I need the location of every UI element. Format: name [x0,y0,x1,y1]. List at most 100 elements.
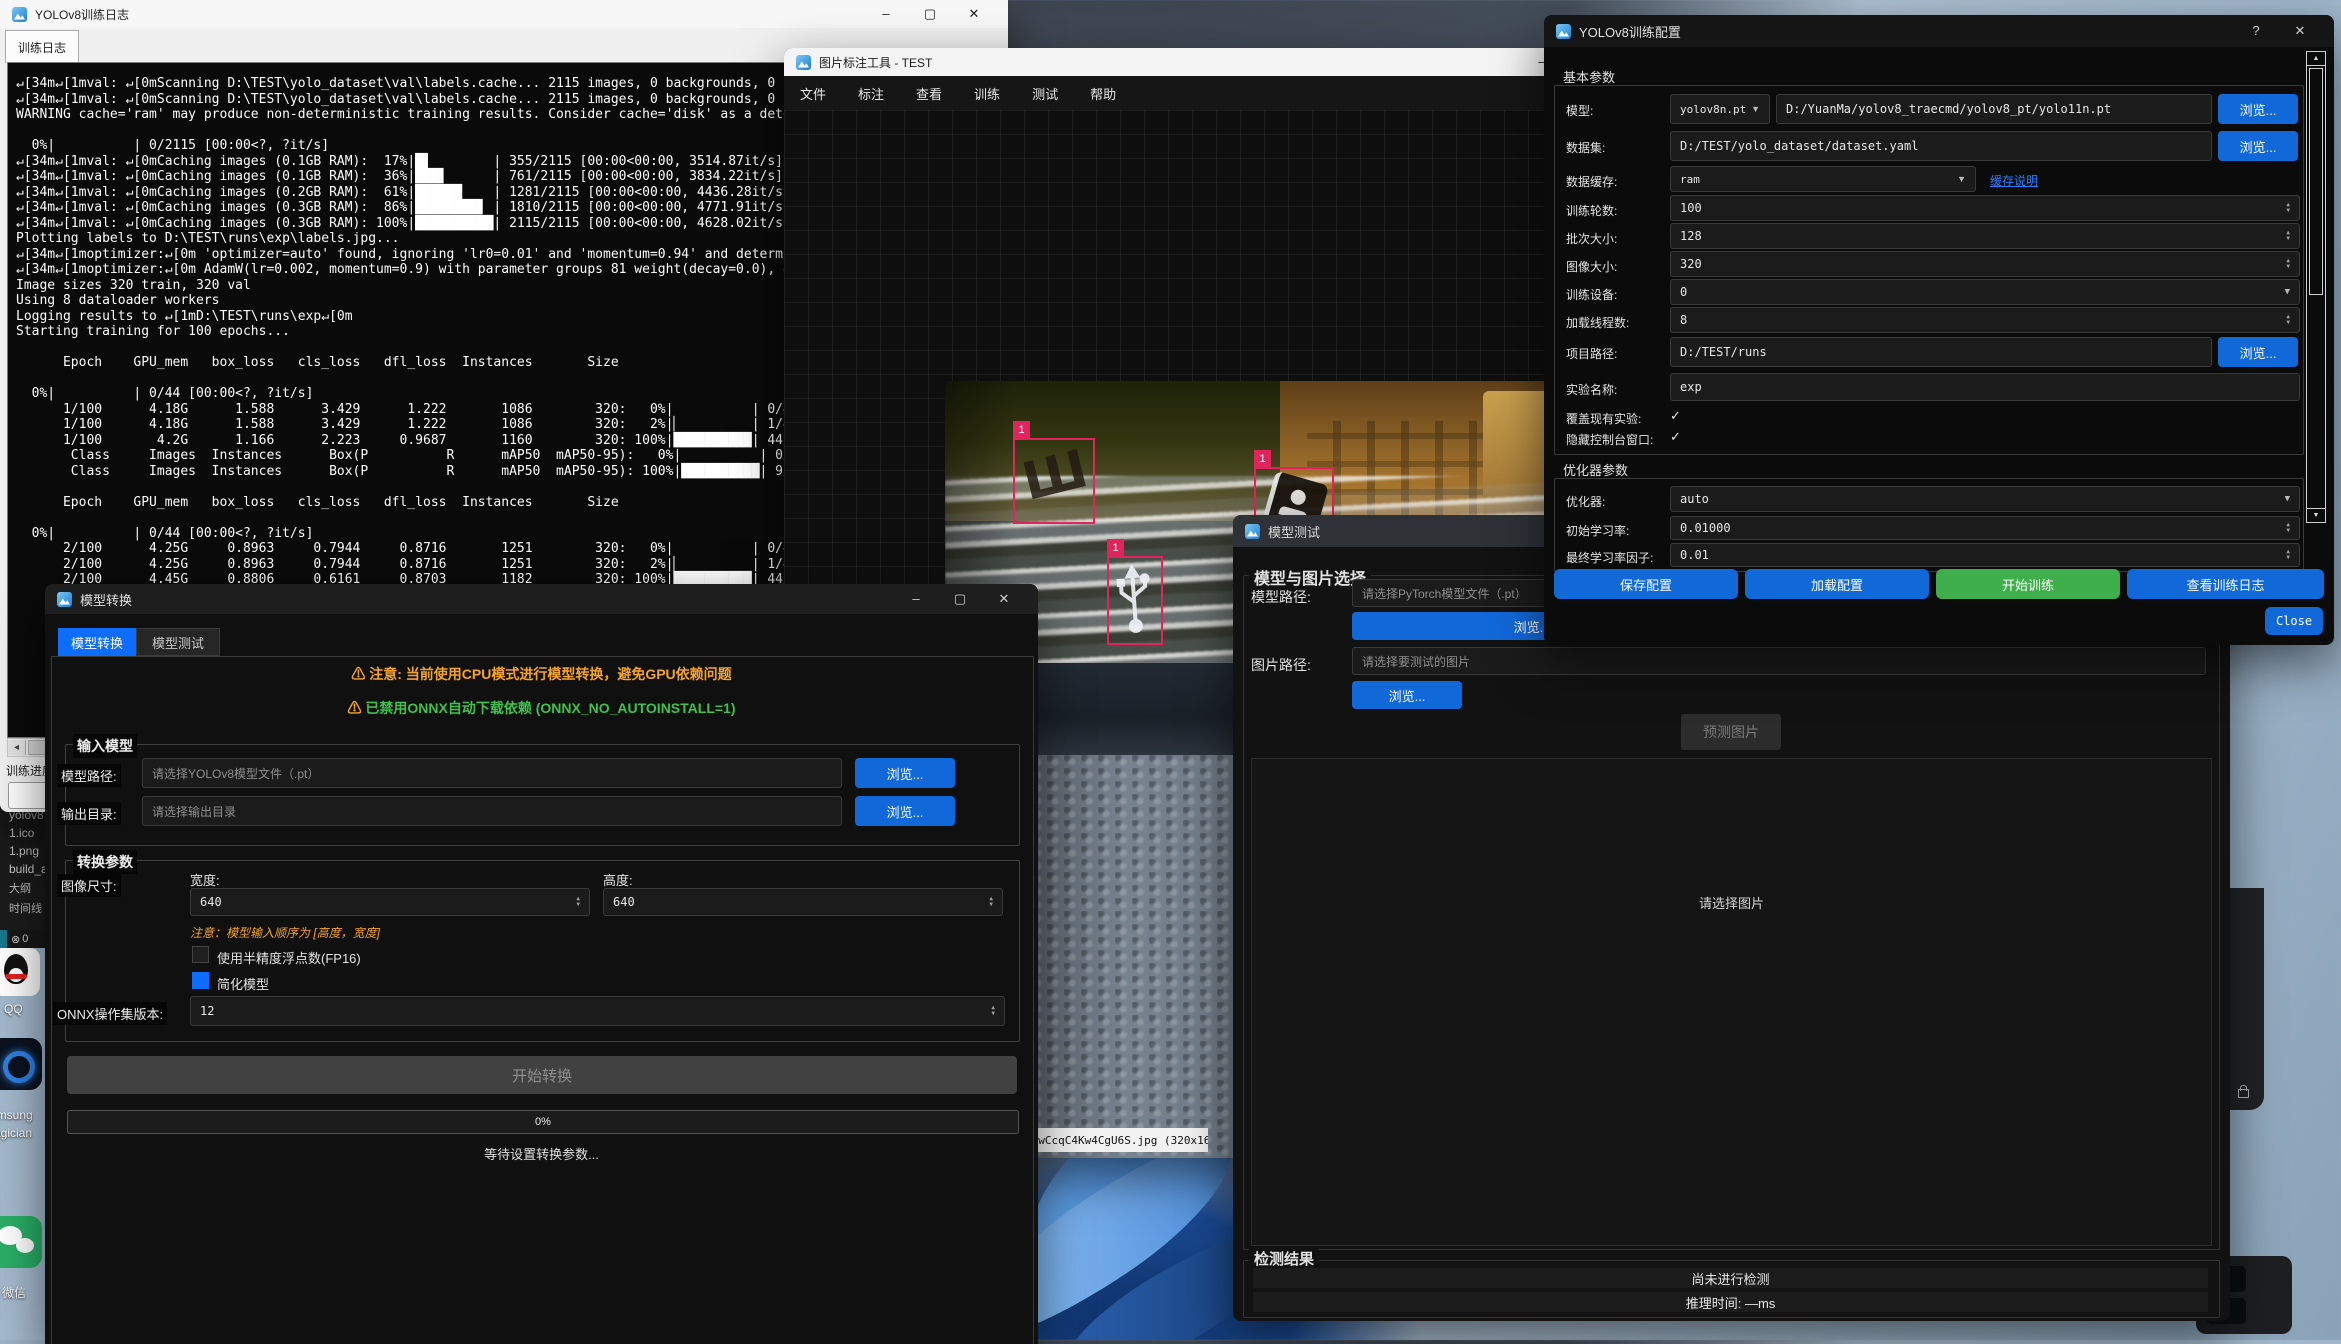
fp16-checkbox[interactable] [192,946,209,963]
width-input[interactable]: 640 [190,888,590,916]
tab-conversion[interactable]: 模型转换 [58,628,136,656]
browse-model-button[interactable]: 浏览... [855,758,955,788]
start-training-button[interactable]: 开始训练 [1936,569,2120,599]
file-item[interactable]: 1.png [0,842,46,860]
maximize-button[interactable] [908,0,952,28]
hide-console-label: 隐藏控制台窗口: [1566,431,1653,448]
project-label: 项目路径: [1566,345,1617,362]
lrf-input[interactable]: 0.01 [1670,543,2300,567]
width-label: 宽度: [190,870,220,889]
project-input[interactable]: D:/TEST/runs [1670,337,2212,367]
output-dir-input[interactable]: 请选择输出目录 [142,796,842,826]
spinner-arrows[interactable] [2286,549,2290,561]
spinner-arrows[interactable] [2286,230,2290,242]
spinner-arrows[interactable] [2286,522,2290,534]
button-label: 预测图片 [1703,722,1759,742]
button-label: 浏览... [887,802,924,821]
exp-name-input[interactable]: exp [1670,373,2300,401]
spinner-arrows[interactable] [2286,258,2290,270]
browse-image-button[interactable]: 浏览... [1352,681,1462,709]
desktop-icon-samsung-magician[interactable] [0,1038,42,1090]
batch-input[interactable]: 128 [1670,223,2300,249]
browse-model-button[interactable]: 浏览... [2218,94,2298,124]
help-button[interactable] [2234,17,2278,45]
model-path-input[interactable]: 请选择YOLOv8模型文件（.pt） [142,758,842,788]
model-combobox[interactable]: yolov8n.pt [1670,94,1770,124]
spinner-arrows[interactable] [2286,314,2290,326]
browse-output-button[interactable]: 浏览... [855,796,955,826]
button-label: 浏览... [887,764,924,783]
imgsz-input[interactable]: 320 [1670,251,2300,277]
scroll-down-icon[interactable]: ▼ [2307,508,2325,522]
config-scrollbar[interactable]: ▲ ▼ [2306,51,2326,523]
save-config-button[interactable]: 保存配置 [1554,569,1738,599]
conversion-status-text: 等待设置转换参数... [45,1144,1038,1163]
log-tab[interactable]: 训练日志 [5,30,79,63]
timeline-section[interactable]: 时间线 [0,898,46,918]
image-path-label: 图片路径: [1251,655,1311,675]
spinner-arrows[interactable] [2286,202,2290,214]
start-conversion-button[interactable]: 开始转换 [67,1056,1017,1094]
optimizer-combobox[interactable]: auto [1670,486,2300,512]
button-label: 浏览... [2240,137,2277,156]
cache-combobox[interactable]: ram [1670,166,1976,192]
file-item[interactable]: 1.ico [0,824,46,842]
placeholder-text: 请选择输出目录 [152,803,236,820]
simplify-checkbox[interactable] [192,972,209,989]
lr0-label: 初始学习率: [1566,522,1629,539]
spinner-arrows[interactable] [989,896,993,908]
epochs-input[interactable]: 100 [1670,195,2300,221]
outline-section[interactable]: 大纲 [0,878,46,898]
close-dialog-button[interactable]: Close [2265,607,2323,635]
scroll-up-icon[interactable]: ▲ [2307,52,2325,66]
view-training-log-button[interactable]: 查看训练日志 [2127,569,2324,599]
dataset-input[interactable]: D:/TEST/yolo_dataset/dataset.yaml [1670,131,2212,161]
menu-view[interactable]: 查看 [900,84,958,103]
detection-status: 尚未进行检测 [1253,1268,2208,1288]
scroll-thumb[interactable] [2309,68,2323,295]
preview-image-area[interactable]: 请选择图片 [1251,758,2212,1246]
chevron-down-icon [1957,174,1966,184]
browse-project-button[interactable]: 浏览... [2218,337,2298,367]
minimize-button[interactable] [894,585,938,613]
cache-label: 数据缓存: [1566,173,1617,190]
bounding-box[interactable]: 1 [1107,556,1163,645]
opset-input[interactable]: 12 [190,996,1005,1026]
device-combobox[interactable]: 0 [1670,279,2300,305]
height-label: 高度: [603,870,633,889]
menu-train[interactable]: 训练 [958,84,1016,103]
model-path-input[interactable]: D:/YuanMa/yolov8_traecmd/yolov8_pt/yolo1… [1776,94,2212,124]
button-label: Close [2276,614,2312,628]
menu-annotate[interactable]: 标注 [842,84,900,103]
bounding-box[interactable]: 1 Ш [1013,438,1095,524]
workers-input[interactable]: 8 [1670,307,2300,333]
spinner-arrows[interactable] [991,1005,995,1017]
close-button[interactable] [2278,17,2322,45]
close-button[interactable] [982,585,1026,613]
desktop-icon-qq[interactable] [0,948,40,996]
minimize-button[interactable] [864,0,908,28]
overwrite-checkbox[interactable]: ✓ [1670,408,1681,424]
lr0-input[interactable]: 0.01000 [1670,516,2300,540]
status-bar[interactable]: 0 [0,930,46,948]
spinner-arrows[interactable] [576,896,580,908]
predict-button[interactable]: 预测图片 [1681,714,1781,750]
desktop-icon-wechat[interactable] [0,1216,42,1268]
menu-test[interactable]: 测试 [1016,84,1074,103]
menu-file[interactable]: 文件 [784,84,842,103]
height-input[interactable]: 640 [603,888,1003,916]
browse-dataset-button[interactable]: 浏览... [2218,131,2298,161]
image-path-input[interactable]: 请选择要测试的图片 [1352,647,2206,675]
load-config-button[interactable]: 加载配置 [1745,569,1929,599]
workers-label: 加载线程数: [1566,314,1629,331]
maximize-button[interactable] [938,585,982,613]
cache-help-link[interactable]: 缓存说明 [1990,172,2038,189]
opset-label: ONNX操作集版本: [53,1002,167,1025]
hide-console-checkbox[interactable]: ✓ [1670,429,1681,445]
menu-help[interactable]: 帮助 [1074,84,1132,103]
tab-test[interactable]: 模型测试 [136,628,220,656]
file-item[interactable]: build_a [0,860,46,878]
lrf-label: 最终学习率因子: [1566,549,1653,566]
scroll-left-icon[interactable] [8,740,26,755]
close-button[interactable] [952,0,996,28]
